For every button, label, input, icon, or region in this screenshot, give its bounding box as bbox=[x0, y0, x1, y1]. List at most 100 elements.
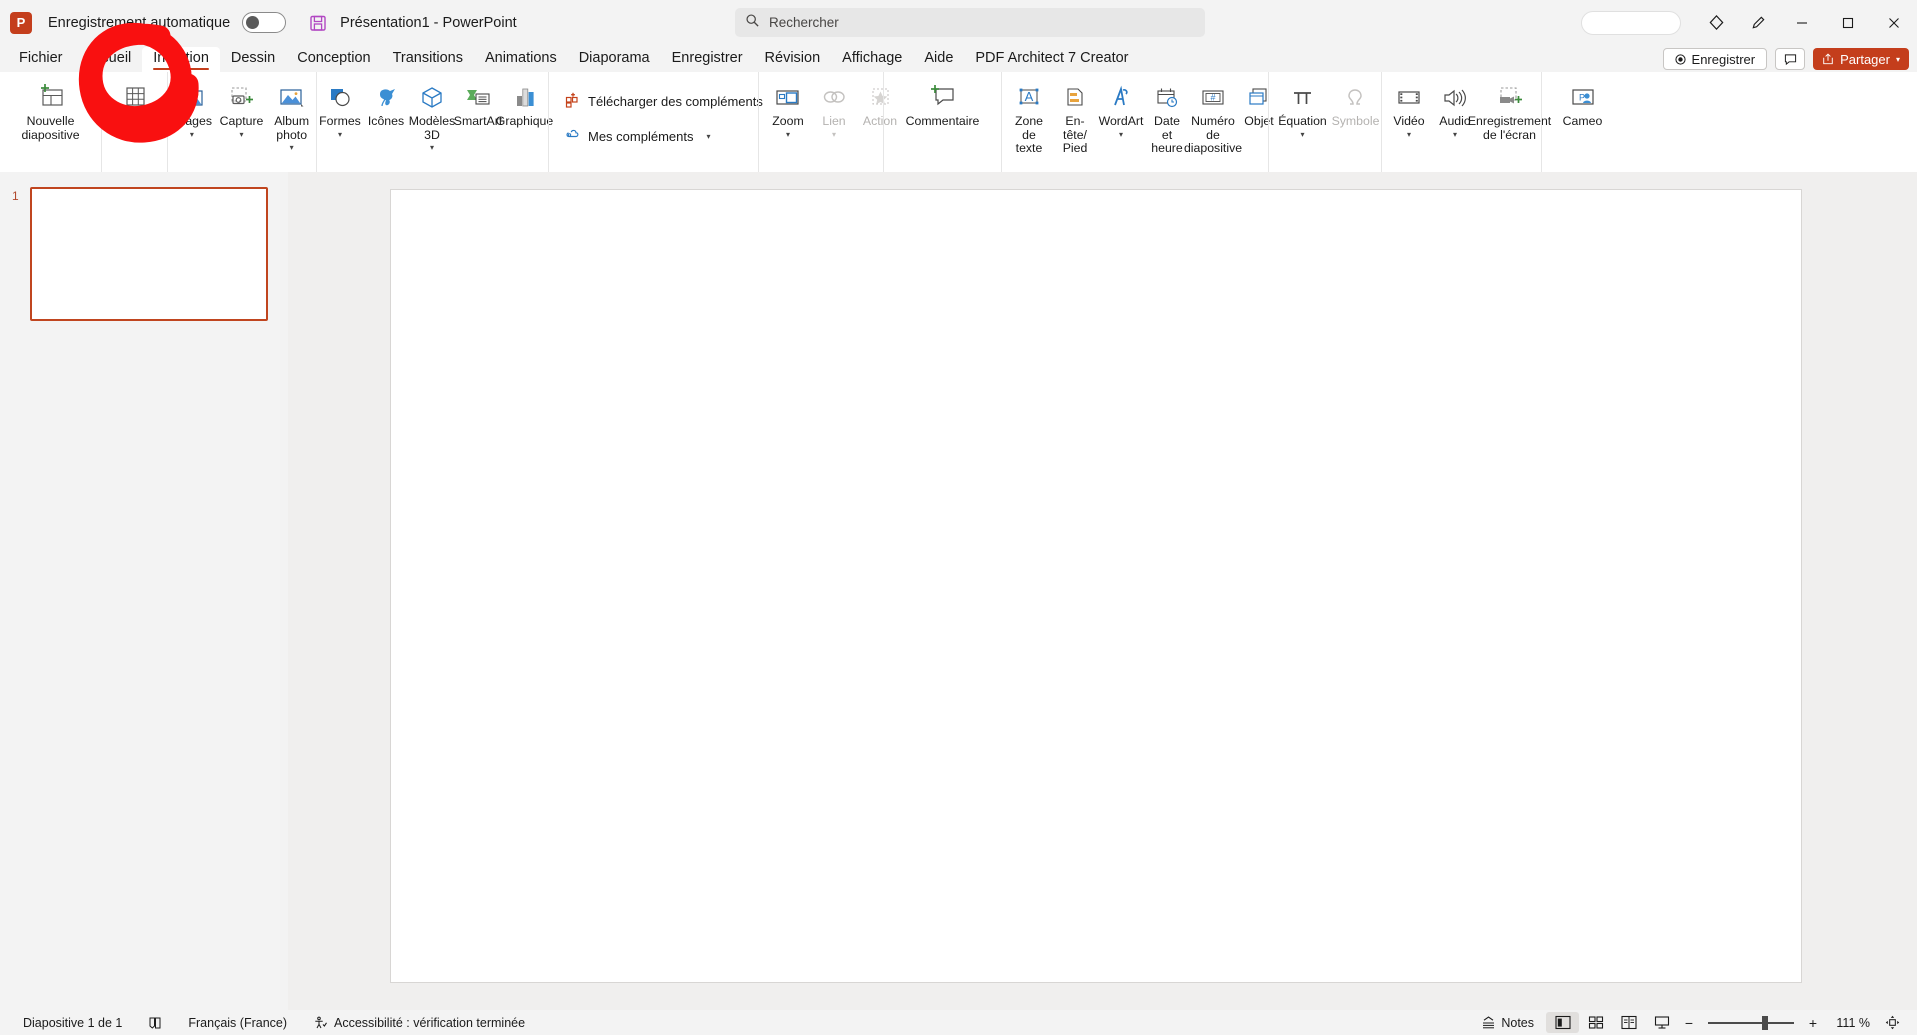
table-icon bbox=[120, 81, 150, 111]
chevron-down-icon[interactable]: ▾ bbox=[786, 130, 790, 139]
chevron-down-icon[interactable]: ▾ bbox=[832, 130, 836, 139]
notes-page-button[interactable] bbox=[135, 1016, 175, 1030]
minimize-button[interactable] bbox=[1779, 0, 1825, 45]
new-slide-button[interactable]: Nouvelle diapositive bbox=[0, 79, 101, 142]
text-box-icon: A bbox=[1014, 81, 1044, 111]
record-label: Enregistrer bbox=[1691, 51, 1756, 67]
language-indicator[interactable]: Français (France) bbox=[175, 1016, 300, 1030]
pictures-icon bbox=[177, 81, 207, 111]
table-label: Tableau bbox=[112, 114, 157, 128]
screenshot-icon bbox=[227, 81, 257, 111]
tab-aide[interactable]: Aide bbox=[913, 47, 964, 72]
slide-sorter-button[interactable] bbox=[1579, 1012, 1612, 1033]
chevron-down-icon[interactable]: ▾ bbox=[430, 143, 434, 152]
equation-icon bbox=[1287, 81, 1317, 111]
share-button[interactable]: Partager ▾ bbox=[1813, 48, 1909, 70]
chevron-down-icon[interactable]: ▾ bbox=[240, 130, 244, 139]
chevron-down-icon[interactable]: ▾ bbox=[1119, 130, 1123, 139]
chevron-down-icon[interactable]: ▾ bbox=[338, 130, 342, 139]
slide-number-label: Numéro de diapositive bbox=[1183, 114, 1243, 155]
maximize-button[interactable] bbox=[1825, 0, 1871, 45]
text-box-button[interactable]: A Zone de texte bbox=[1006, 79, 1052, 156]
screen-recording-icon bbox=[1494, 81, 1526, 111]
tab-transitions[interactable]: Transitions bbox=[382, 47, 474, 72]
symbol-button[interactable]: Symbole bbox=[1330, 79, 1381, 129]
chevron-down-icon[interactable]: ▾ bbox=[706, 132, 710, 141]
icons-button[interactable]: Icônes bbox=[363, 79, 409, 129]
record-button[interactable]: Enregistrer bbox=[1662, 48, 1768, 70]
zoom-in-button[interactable]: + bbox=[1802, 1012, 1824, 1033]
accessibility-label: Accessibilité : vérification terminée bbox=[334, 1015, 526, 1030]
my-addins-icon bbox=[565, 127, 581, 146]
notes-button[interactable]: Notes bbox=[1469, 1016, 1546, 1030]
normal-view-button[interactable] bbox=[1546, 1012, 1579, 1033]
tab-accueil[interactable]: Accueil bbox=[74, 47, 143, 72]
zoom-button[interactable]: Zoom ▾ bbox=[765, 79, 811, 139]
tab-diaporama[interactable]: Diaporama bbox=[568, 47, 661, 72]
chevron-down-icon[interactable]: ▾ bbox=[1453, 130, 1457, 139]
screen-recording-button[interactable]: Enregistrement de l'écran bbox=[1468, 79, 1551, 142]
pictures-label: Images bbox=[171, 114, 213, 128]
shapes-button[interactable]: Formes ▾ bbox=[317, 79, 363, 139]
tab-enregistrer[interactable]: Enregistrer bbox=[661, 47, 754, 72]
normal-view-icon bbox=[1554, 1015, 1571, 1030]
chevron-down-icon[interactable]: ▾ bbox=[290, 143, 294, 152]
get-addins-button[interactable]: Télécharger des compléments bbox=[559, 88, 769, 115]
comments-button[interactable] bbox=[1775, 48, 1806, 70]
tab-dessin[interactable]: Dessin bbox=[220, 47, 286, 72]
slide-number-button[interactable]: # Numéro de diapositive bbox=[1184, 79, 1242, 156]
close-button[interactable] bbox=[1871, 0, 1917, 45]
cameo-button[interactable]: P Cameo bbox=[1542, 79, 1623, 129]
save-icon[interactable] bbox=[308, 13, 328, 33]
account-pill[interactable] bbox=[1581, 10, 1681, 35]
pictures-button[interactable]: Images ▾ bbox=[168, 79, 216, 139]
reading-view-button[interactable] bbox=[1612, 1012, 1645, 1033]
date-time-label: Date et heure bbox=[1151, 114, 1183, 155]
wordart-button[interactable]: WordArt ▾ bbox=[1098, 79, 1144, 139]
zoom-slider-handle[interactable] bbox=[1762, 1015, 1768, 1030]
video-button[interactable]: Vidéo ▾ bbox=[1386, 79, 1432, 139]
tab-pdf-architect[interactable]: PDF Architect 7 Creator bbox=[964, 47, 1139, 72]
autosave-toggle[interactable] bbox=[242, 12, 287, 33]
screenshot-button[interactable]: Capture ▾ bbox=[216, 79, 268, 139]
tab-conception[interactable]: Conception bbox=[286, 47, 381, 72]
chevron-down-icon[interactable]: ▾ bbox=[1407, 130, 1411, 139]
zoom-out-button[interactable]: − bbox=[1678, 1012, 1700, 1033]
svg-text:#: # bbox=[1210, 93, 1215, 103]
tab-fichier[interactable]: Fichier bbox=[8, 47, 74, 72]
fit-to-window-button[interactable] bbox=[1876, 1012, 1909, 1033]
equation-button[interactable]: Équation ▾ bbox=[1275, 79, 1330, 139]
screenshot-label: Capture bbox=[219, 114, 264, 128]
search-box[interactable]: Rechercher bbox=[735, 8, 1205, 37]
slide-thumbnail-image[interactable] bbox=[30, 187, 268, 321]
svg-text:A: A bbox=[1025, 89, 1034, 104]
tab-animations[interactable]: Animations bbox=[474, 47, 568, 72]
smartart-button[interactable]: SmartArt bbox=[454, 79, 502, 129]
tab-revision[interactable]: Révision bbox=[754, 47, 832, 72]
pen-icon[interactable] bbox=[1737, 0, 1779, 45]
slide-thumbnail-panel: 1 bbox=[0, 172, 288, 1010]
new-comment-button[interactable]: Commentaire bbox=[884, 79, 1001, 129]
3d-models-button[interactable]: Modèles 3D ▾ bbox=[409, 79, 455, 152]
tab-insertion[interactable]: Insertion bbox=[142, 47, 220, 72]
slide-indicator[interactable]: Diapositive 1 de 1 bbox=[10, 1016, 135, 1030]
chevron-down-icon[interactable]: ▾ bbox=[1300, 130, 1304, 139]
chevron-down-icon[interactable]: ▾ bbox=[190, 130, 194, 139]
slideshow-button[interactable] bbox=[1645, 1012, 1678, 1033]
photo-album-button[interactable]: Album photo ▾ bbox=[267, 79, 316, 152]
my-addins-button[interactable]: Mes compléments ▾ bbox=[559, 123, 717, 150]
notes-label: Notes bbox=[1501, 1015, 1534, 1030]
audio-icon bbox=[1440, 81, 1470, 111]
table-button[interactable]: Tableau ▾ bbox=[102, 79, 167, 139]
accessibility-indicator[interactable]: Accessibilité : vérification terminée bbox=[300, 1016, 538, 1030]
status-bar: Diapositive 1 de 1 Français (France) Acc… bbox=[0, 1010, 1917, 1035]
chart-button[interactable]: Graphique bbox=[496, 79, 553, 129]
link-button[interactable]: Lien ▾ bbox=[811, 79, 857, 139]
chevron-down-icon[interactable]: ▾ bbox=[132, 130, 136, 139]
header-footer-button[interactable]: En-tête/ Pied bbox=[1052, 79, 1098, 156]
slide-canvas[interactable] bbox=[390, 189, 1802, 983]
tab-affichage[interactable]: Affichage bbox=[831, 47, 913, 72]
slide-thumbnail-1[interactable]: 1 bbox=[12, 187, 268, 321]
zoom-slider[interactable] bbox=[1708, 1015, 1794, 1030]
copilot-diamond-icon[interactable] bbox=[1695, 0, 1737, 45]
